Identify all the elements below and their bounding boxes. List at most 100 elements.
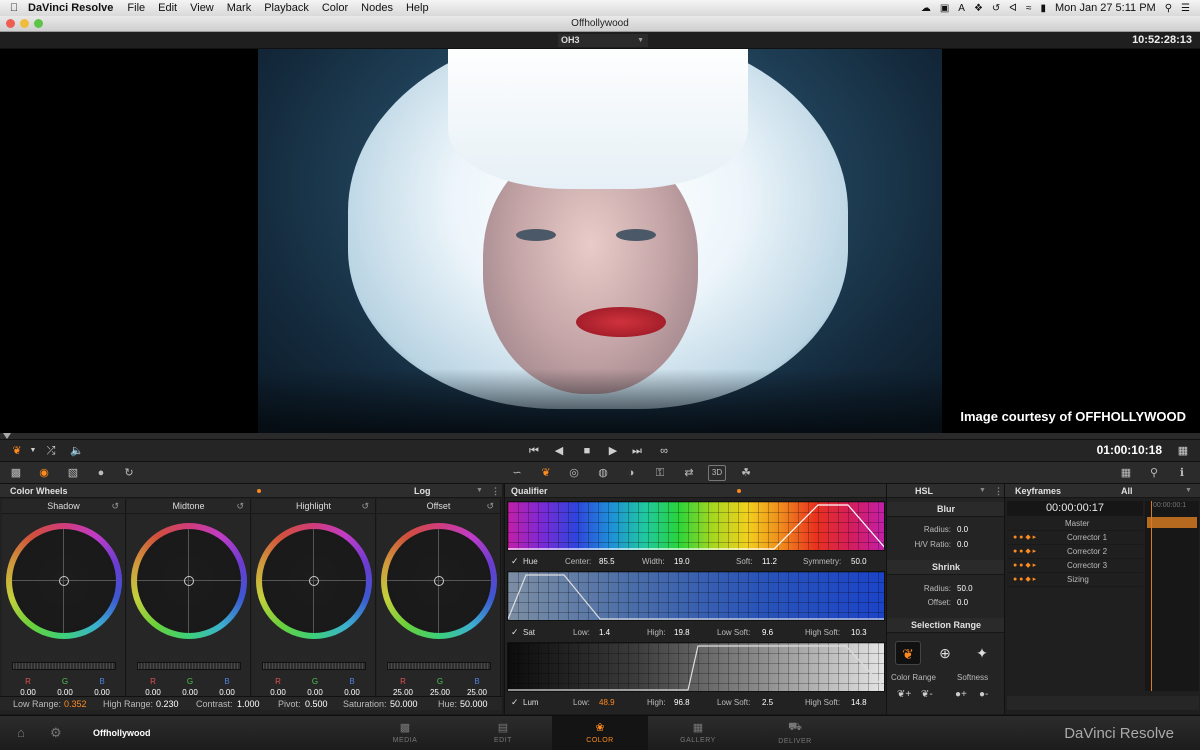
curves-icon[interactable]: ∽: [508, 465, 526, 481]
blur-icon[interactable]: ◑: [622, 465, 640, 481]
menu-edit[interactable]: Edit: [158, 2, 177, 14]
dropbox-icon[interactable]: ❖: [974, 3, 983, 14]
low-value[interactable]: 1.4: [599, 625, 610, 640]
blur-radius-value[interactable]: 0.0: [957, 525, 968, 534]
keyframe-track[interactable]: 00:00:00:1: [1145, 501, 1199, 691]
softness-add-icon[interactable]: ●+: [955, 689, 967, 700]
lum-range-strip[interactable]: [507, 642, 885, 692]
reset-icon[interactable]: ↺: [361, 499, 369, 514]
wheel-knob[interactable]: [434, 576, 444, 586]
color-range-subtract-icon[interactable]: ❦-: [921, 689, 933, 700]
list-item[interactable]: ● ● ◆ ▸ Corrector 3: [1007, 559, 1143, 573]
stop-icon[interactable]: ■: [578, 443, 596, 459]
center-value[interactable]: 85.5: [599, 554, 615, 569]
keyframe-controls-icon[interactable]: ● ● ◆ ▸: [1013, 531, 1036, 545]
time-machine-icon[interactable]: ↺: [992, 3, 1000, 14]
creative-cloud-icon[interactable]: ☁: [921, 3, 931, 14]
picker-icon[interactable]: ❦: [895, 641, 921, 665]
app-menu[interactable]: DaVinci Resolve: [28, 2, 113, 14]
grid-view-icon[interactable]: ▦: [1117, 465, 1135, 481]
list-item[interactable]: ● ● ◆ ▸ Corrector 2: [1007, 545, 1143, 559]
contrast-value[interactable]: 1.000: [237, 697, 260, 711]
width-value[interactable]: 19.0: [674, 554, 690, 569]
menu-view[interactable]: View: [190, 2, 214, 14]
highlight-color-wheel[interactable]: [256, 523, 372, 639]
page-tab-gallery[interactable]: ▦ GALLERY: [650, 716, 746, 750]
midtone-color-wheel[interactable]: [131, 523, 247, 639]
menu-color[interactable]: Color: [322, 2, 348, 14]
skip-to-start-icon[interactable]: ⏮: [525, 443, 543, 459]
minimize-window-icon[interactable]: [20, 19, 29, 28]
list-item[interactable]: Master: [1007, 517, 1143, 531]
page-tab-media[interactable]: ▩ MEDIA: [357, 716, 453, 750]
scrubber-bar[interactable]: [0, 433, 1200, 440]
hue-value[interactable]: 50.000: [460, 697, 488, 711]
low-value[interactable]: 48.9: [599, 695, 615, 710]
tracker-icon[interactable]: ◍: [594, 465, 612, 481]
bluetooth-icon[interactable]: ᐊ: [1009, 3, 1017, 14]
rgb-mixer-icon[interactable]: ▧: [64, 465, 82, 481]
shadow-master-wheel[interactable]: [12, 662, 116, 670]
menu-file[interactable]: File: [127, 2, 145, 14]
symmetry-value[interactable]: 50.0: [851, 554, 867, 569]
high-soft-value[interactable]: 10.3: [851, 625, 867, 640]
page-tab-deliver[interactable]: ⛟ DELIVER: [747, 716, 843, 750]
high-value[interactable]: 96.8: [674, 695, 690, 710]
shrink-radius-value[interactable]: 50.0: [957, 584, 973, 593]
camera-raw-icon[interactable]: ▩: [7, 465, 25, 481]
lum-enable-checkbox[interactable]: ✓: [511, 695, 519, 710]
sat-enable-checkbox[interactable]: ✓: [511, 625, 519, 640]
list-item[interactable]: ● ● ◆ ▸ Corrector 1: [1007, 531, 1143, 545]
sat-curve[interactable]: [508, 572, 885, 621]
video-frame[interactable]: [258, 49, 942, 433]
zoom-window-icon[interactable]: [34, 19, 43, 28]
display-icon[interactable]: ▣: [940, 3, 949, 14]
wheel-knob[interactable]: [184, 576, 194, 586]
offset-master-wheel[interactable]: [387, 662, 491, 670]
low-soft-value[interactable]: 9.6: [762, 625, 773, 640]
grid-view-icon[interactable]: ▦: [1174, 443, 1192, 459]
clip-selector[interactable]: OH3 ▼: [558, 34, 648, 47]
info-icon[interactable]: ℹ: [1173, 465, 1191, 481]
offset-color-wheel[interactable]: [381, 523, 497, 639]
play-icon[interactable]: ▶: [604, 443, 622, 459]
chevron-down-icon[interactable]: ▼: [476, 484, 483, 498]
reset-icon[interactable]: ↺: [236, 499, 244, 514]
qualifier-picker-icon[interactable]: ❦: [537, 465, 555, 481]
chevron-down-icon[interactable]: ▼: [24, 443, 42, 459]
chevron-down-icon[interactable]: ▼: [1185, 484, 1192, 498]
high-range-value[interactable]: 0.230: [156, 697, 179, 711]
home-icon[interactable]: ⌂: [17, 725, 25, 740]
hue-range-strip[interactable]: [507, 501, 885, 551]
sizing-icon[interactable]: ⇄: [680, 465, 698, 481]
softness-subtract-icon[interactable]: ●-: [979, 689, 988, 700]
more-options-icon[interactable]: ⋮: [994, 484, 1003, 498]
key-icon[interactable]: ⚿: [651, 465, 669, 481]
hue-curve[interactable]: [508, 502, 885, 551]
hue-enable-checkbox[interactable]: ✓: [511, 554, 519, 569]
page-tab-color[interactable]: ❀ COLOR: [552, 716, 648, 750]
keyframes-filter[interactable]: All: [1121, 484, 1133, 498]
picker-add-subtract-icon[interactable]: ⊕: [932, 641, 958, 665]
more-options-icon[interactable]: ⋮: [491, 484, 500, 498]
playhead-icon[interactable]: [3, 433, 11, 439]
play-reverse-icon[interactable]: ◀: [550, 443, 568, 459]
keyframe-controls-icon[interactable]: ● ● ◆ ▸: [1013, 573, 1036, 587]
viewer[interactable]: Image courtesy of OFFHOLLYWOOD: [0, 49, 1200, 433]
magic-wand-icon[interactable]: ✦: [969, 641, 995, 665]
hv-ratio-value[interactable]: 0.0: [957, 540, 968, 549]
loop-icon[interactable]: ∞: [655, 443, 673, 459]
midtone-master-wheel[interactable]: [137, 662, 241, 670]
menu-help[interactable]: Help: [406, 2, 429, 14]
stereo-icon[interactable]: ☘: [737, 465, 755, 481]
gear-icon[interactable]: ⚙: [50, 725, 62, 741]
shuffle-icon[interactable]: ⤮: [42, 443, 60, 459]
soft-value[interactable]: 11.2: [762, 554, 777, 569]
zoom-icon[interactable]: ⚲: [1145, 465, 1163, 481]
battery-icon[interactable]: ▮: [1041, 3, 1047, 14]
menu-nodes[interactable]: Nodes: [361, 2, 393, 14]
menu-mark[interactable]: Mark: [227, 2, 251, 14]
highlight-master-wheel[interactable]: [262, 662, 366, 670]
wheel-mode-selector[interactable]: Log: [414, 484, 431, 498]
color-wheels-icon[interactable]: ◉: [35, 465, 53, 481]
